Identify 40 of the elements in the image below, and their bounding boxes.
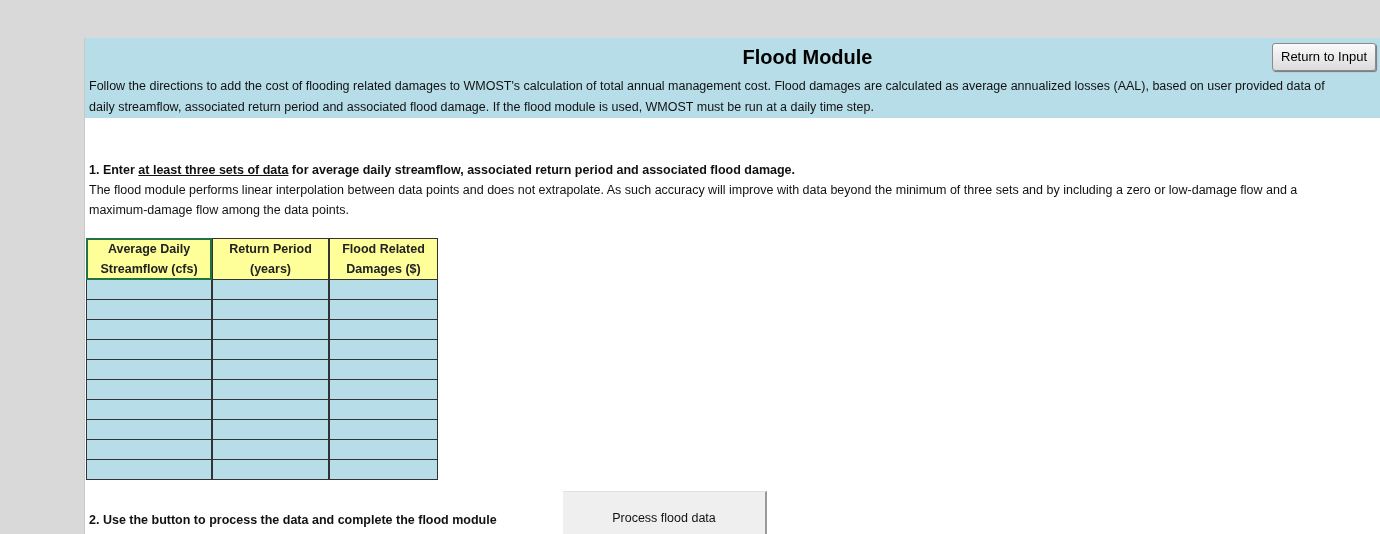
data-cell[interactable] bbox=[86, 400, 212, 420]
data-cell[interactable] bbox=[86, 320, 212, 340]
data-cell[interactable] bbox=[212, 340, 329, 360]
data-cell[interactable] bbox=[86, 280, 212, 300]
data-cell[interactable] bbox=[329, 320, 438, 340]
step-two-instruction: 2. Use the button to process the data and complete the flood module bbox=[89, 512, 498, 529]
data-cell[interactable] bbox=[212, 420, 329, 440]
data-cell[interactable] bbox=[329, 460, 438, 480]
data-cell[interactable] bbox=[86, 460, 212, 480]
data-cell[interactable] bbox=[86, 420, 212, 440]
data-cell[interactable] bbox=[212, 460, 329, 480]
data-cell[interactable] bbox=[86, 440, 212, 460]
column-header[interactable]: Return Period (years) bbox=[212, 238, 329, 280]
column-header[interactable]: Average Daily Streamflow (cfs) bbox=[86, 238, 212, 280]
process-flood-data-button[interactable]: Process flood data bbox=[563, 491, 767, 534]
step-one-note: The flood module performs linear interpolation between data points and does not extrapolate. As such accuracy will improve with data beyond the minimum of three sets and by including a zero or low-damage flow and a maximum-damage flow among the data points. bbox=[89, 182, 1299, 219]
data-cell[interactable] bbox=[212, 360, 329, 380]
data-cell[interactable] bbox=[212, 280, 329, 300]
data-cell[interactable] bbox=[329, 280, 438, 300]
data-cell[interactable] bbox=[86, 360, 212, 380]
data-cell[interactable] bbox=[329, 360, 438, 380]
data-cell[interactable] bbox=[212, 300, 329, 320]
data-cell[interactable] bbox=[86, 340, 212, 360]
data-cell[interactable] bbox=[329, 440, 438, 460]
column-header[interactable]: Flood Related Damages ($) bbox=[329, 238, 438, 280]
data-cell[interactable] bbox=[212, 400, 329, 420]
page-title: Flood Module bbox=[742, 45, 873, 70]
data-cell[interactable] bbox=[329, 400, 438, 420]
data-cell[interactable] bbox=[212, 440, 329, 460]
return-to-input-button[interactable]: Return to Input bbox=[1272, 43, 1376, 71]
data-cell[interactable] bbox=[212, 380, 329, 400]
data-cell[interactable] bbox=[86, 300, 212, 320]
data-cell[interactable] bbox=[329, 380, 438, 400]
step-one-instruction: 1. Enter at least three sets of data for average daily streamflow, associated return period and associated flood damage. bbox=[89, 162, 797, 179]
data-cell[interactable] bbox=[329, 340, 438, 360]
data-cell[interactable] bbox=[86, 380, 212, 400]
module-description: Follow the directions to add the cost of flooding related damages to WMOST's calculation of total annual management cost. Flood damages are calculated as average annualized losses (AAL), based on user provided data of daily streamflow, associated return period and associated flood damage. If the flood module is used, WMOST must be run at a daily time step. bbox=[89, 78, 1326, 116]
data-cell[interactable] bbox=[212, 320, 329, 340]
data-cell[interactable] bbox=[329, 420, 438, 440]
data-cell[interactable] bbox=[329, 300, 438, 320]
